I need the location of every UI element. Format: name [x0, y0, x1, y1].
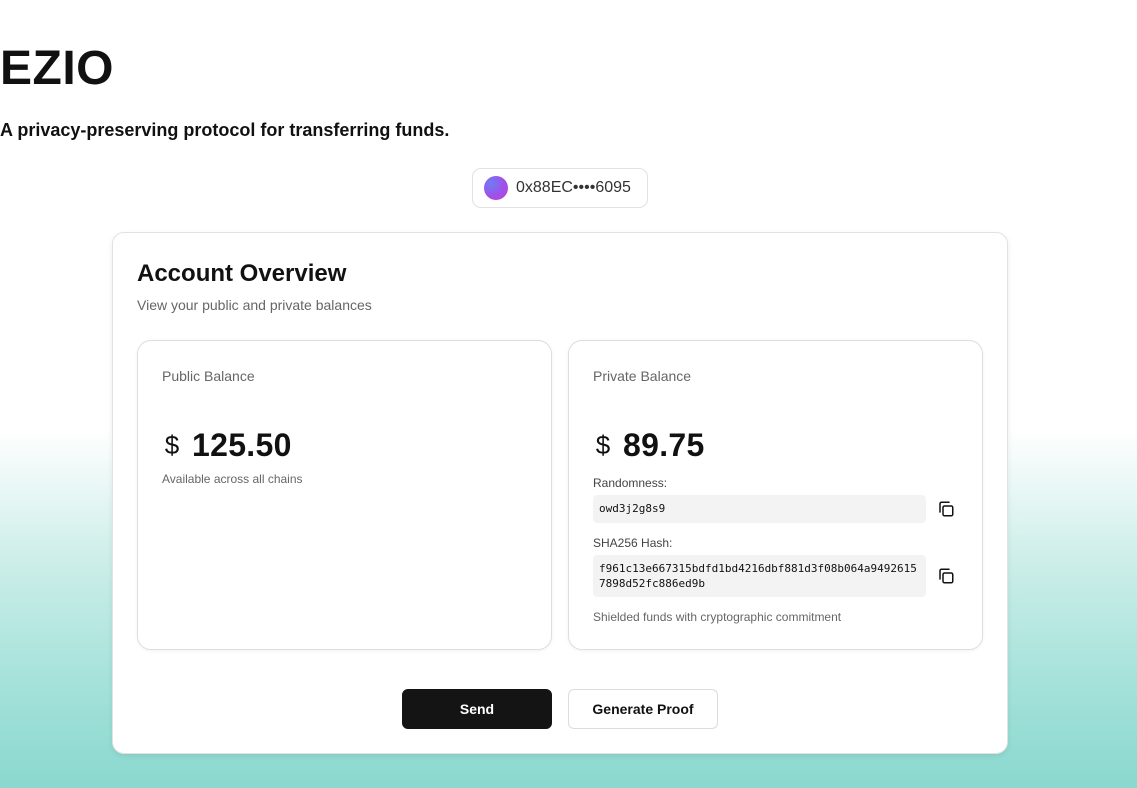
copy-icon [939, 568, 954, 584]
randomness-label: Randomness: [593, 476, 668, 490]
card-title: Account Overview [137, 260, 347, 287]
send-button[interactable]: Send [402, 689, 552, 729]
copy-icon [939, 501, 954, 517]
wallet-address: 0x88EC••••6095 [516, 179, 631, 196]
private-balance-amount: $ 89.75 [593, 425, 705, 465]
public-balance-value: 125.50 [192, 426, 292, 463]
app-title: EZIO [0, 42, 115, 95]
copy-randomness-button[interactable] [935, 498, 957, 520]
private-balance-value: 89.75 [623, 426, 705, 463]
card-description: View your public and private balances [137, 297, 372, 313]
copy-hash-button[interactable] [935, 565, 957, 587]
hash-field: f961c13e667315bdfd1bd4216dbf881d3f08b064… [593, 555, 926, 597]
app-subtitle: A privacy-preserving protocol for transf… [0, 120, 450, 140]
account-overview-card: Account Overview View your public and pr… [112, 232, 1008, 754]
hash-label: SHA256 Hash: [593, 536, 673, 550]
dollar-icon: $ [595, 429, 611, 460]
private-balance-note: Shielded funds with cryptographic commit… [593, 610, 842, 624]
public-balance-note: Available across all chains [162, 472, 303, 486]
private-balance-label: Private Balance [593, 368, 692, 384]
public-balance-label: Public Balance [162, 368, 255, 384]
avatar [484, 176, 508, 200]
wallet-button[interactable]: 0x88EC••••6095 [472, 168, 648, 208]
randomness-field: owd3j2g8s9 [593, 495, 926, 523]
generate-proof-button[interactable]: Generate Proof [568, 689, 718, 729]
private-balance-panel: Private Balance $ 89.75 Randomness: owd3… [568, 340, 983, 650]
public-balance-panel: Public Balance $ 125.50 Available across… [137, 340, 552, 650]
public-balance-amount: $ 125.50 [162, 425, 292, 465]
dollar-icon: $ [164, 429, 180, 460]
